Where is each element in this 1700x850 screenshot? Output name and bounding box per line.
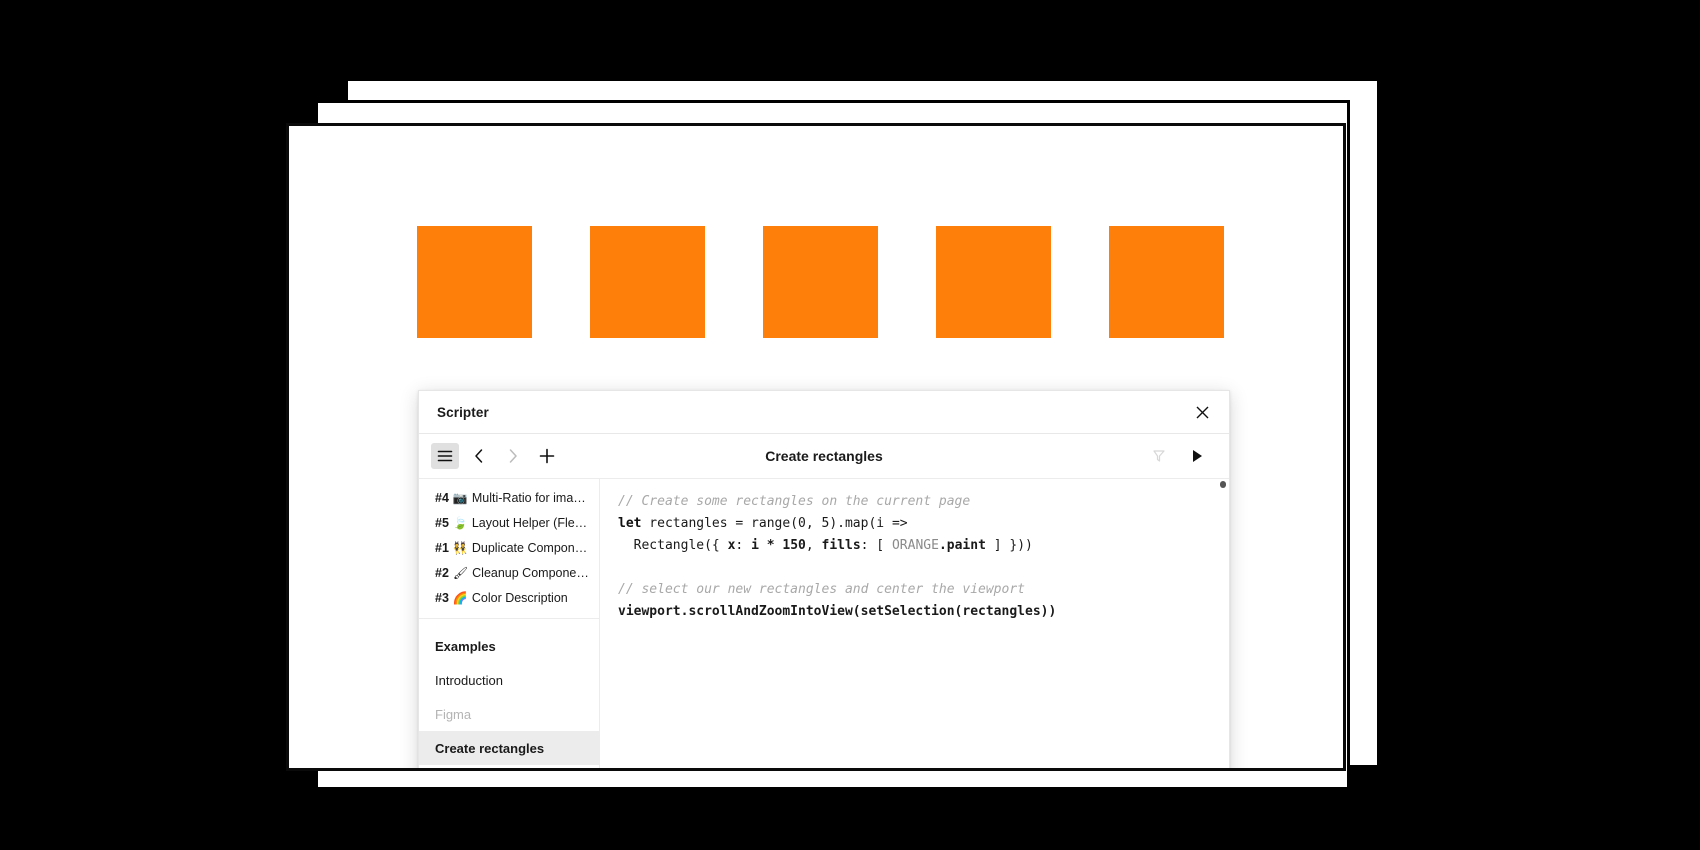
code-token: Rectangle({ [618, 538, 728, 553]
script-name: Multi-Ratio for ima… [471, 490, 586, 505]
editor-scrollbar-thumb[interactable] [1220, 481, 1226, 488]
chevron-left-icon[interactable] [465, 443, 493, 469]
script-name: Cleanup Compone… [472, 565, 589, 580]
code-token: ] })) [985, 538, 1033, 553]
code-token: i * 150 [751, 538, 806, 553]
code-token: viewport.scrollAndZoomIntoView(setSelect… [618, 604, 1057, 619]
script-list-item[interactable]: #5 🍃 Layout Helper (Fle… [419, 510, 599, 535]
figma-window: Scripter Create rectangles #4 📷 Multi-Ra… [286, 123, 1346, 771]
code-token: ORANGE [891, 538, 939, 553]
nav-item-create-rectangles[interactable]: Create rectangles [419, 731, 599, 765]
code-line: let rectangles = range(0, 5).map(i => [618, 513, 1213, 535]
saved-scripts-list: #4 📷 Multi-Ratio for ima… #5 🍃 Layout He… [419, 479, 599, 619]
nav-section-figma: Figma [435, 706, 472, 722]
canvas-rectangle[interactable] [936, 226, 1051, 338]
code-token: // Create some rectangles on the current… [618, 494, 971, 509]
editor-scrollbar[interactable] [1220, 479, 1226, 768]
script-number: #1 [435, 540, 449, 555]
plugin-toolbar: Create rectangles [419, 434, 1229, 479]
script-name: Layout Helper (Fle… [471, 515, 588, 530]
code-line: // select our new rectangles and center … [618, 579, 1213, 601]
script-emoji-icon: 👯 [452, 540, 468, 555]
script-list-item[interactable]: #2 🖌 Cleanup Compone… [419, 560, 599, 585]
toolbar-right-group [1145, 443, 1217, 469]
play-icon[interactable] [1183, 443, 1211, 469]
plugin-body: #4 📷 Multi-Ratio for ima… #5 🍃 Layout He… [419, 479, 1229, 768]
plugin-title-bar: Scripter [419, 391, 1229, 434]
code-line: viewport.scrollAndZoomIntoView(setSelect… [618, 601, 1213, 623]
code-token: let [618, 516, 642, 531]
script-list-item[interactable]: #3 🌈 Color Description [419, 585, 599, 610]
canvas-rectangle[interactable] [590, 226, 705, 338]
code-token: .paint [938, 538, 986, 553]
code-line: // Create some rectangles on the current… [618, 491, 1213, 513]
canvas-rectangle[interactable] [1109, 226, 1224, 338]
plugin-sidebar: #4 📷 Multi-Ratio for ima… #5 🍃 Layout He… [419, 479, 600, 768]
rectangle-row [417, 226, 1224, 338]
examples-nav-list: Examples Introduction Figma Create recta… [419, 619, 599, 765]
code-content[interactable]: // Create some rectangles on the current… [600, 479, 1229, 623]
plus-icon[interactable] [533, 443, 561, 469]
code-token: , [805, 538, 822, 553]
code-token: fills [821, 538, 861, 553]
close-icon[interactable] [1189, 399, 1215, 425]
script-emoji-icon: 🌈 [452, 590, 468, 605]
code-token: // select our new rectangles and center … [618, 582, 1025, 597]
script-emoji-icon: 🖌 [452, 565, 469, 580]
code-token: : [ [860, 538, 892, 553]
script-list-item[interactable]: #1 👯 Duplicate Compon… [419, 535, 599, 560]
script-emoji-icon: 🍃 [452, 515, 468, 530]
script-name: Duplicate Compon… [471, 540, 588, 555]
script-name: Color Description [471, 590, 568, 605]
scripter-plugin-window: Scripter Create rectangles #4 📷 Multi-Ra… [418, 390, 1230, 768]
canvas-rectangle[interactable] [763, 226, 878, 338]
code-token: rectangles = range(0, 5).map(i => [641, 516, 908, 531]
screen-background: Scripter Create rectangles #4 📷 Multi-Ra… [0, 0, 1700, 850]
script-number: #3 [435, 590, 449, 605]
hamburger-menu-icon[interactable] [431, 443, 459, 469]
code-token: : [735, 538, 752, 553]
nav-item-introduction[interactable]: Introduction [419, 663, 599, 697]
plugin-title: Scripter [437, 404, 489, 420]
script-number: #4 [435, 490, 449, 505]
script-list-item[interactable]: #4 📷 Multi-Ratio for ima… [419, 485, 599, 510]
script-number: #2 [435, 565, 449, 580]
chevron-right-icon[interactable] [499, 443, 527, 469]
code-editor[interactable]: // Create some rectangles on the current… [600, 479, 1229, 768]
script-emoji-icon: 📷 [452, 490, 468, 505]
code-line: Rectangle({ x: i * 150, fills: [ ORANGE.… [618, 535, 1213, 557]
canvas-rectangle[interactable] [417, 226, 532, 338]
clear-icon[interactable] [1145, 443, 1173, 469]
nav-item-examples[interactable]: Examples [419, 629, 599, 663]
script-number: #5 [435, 515, 449, 530]
